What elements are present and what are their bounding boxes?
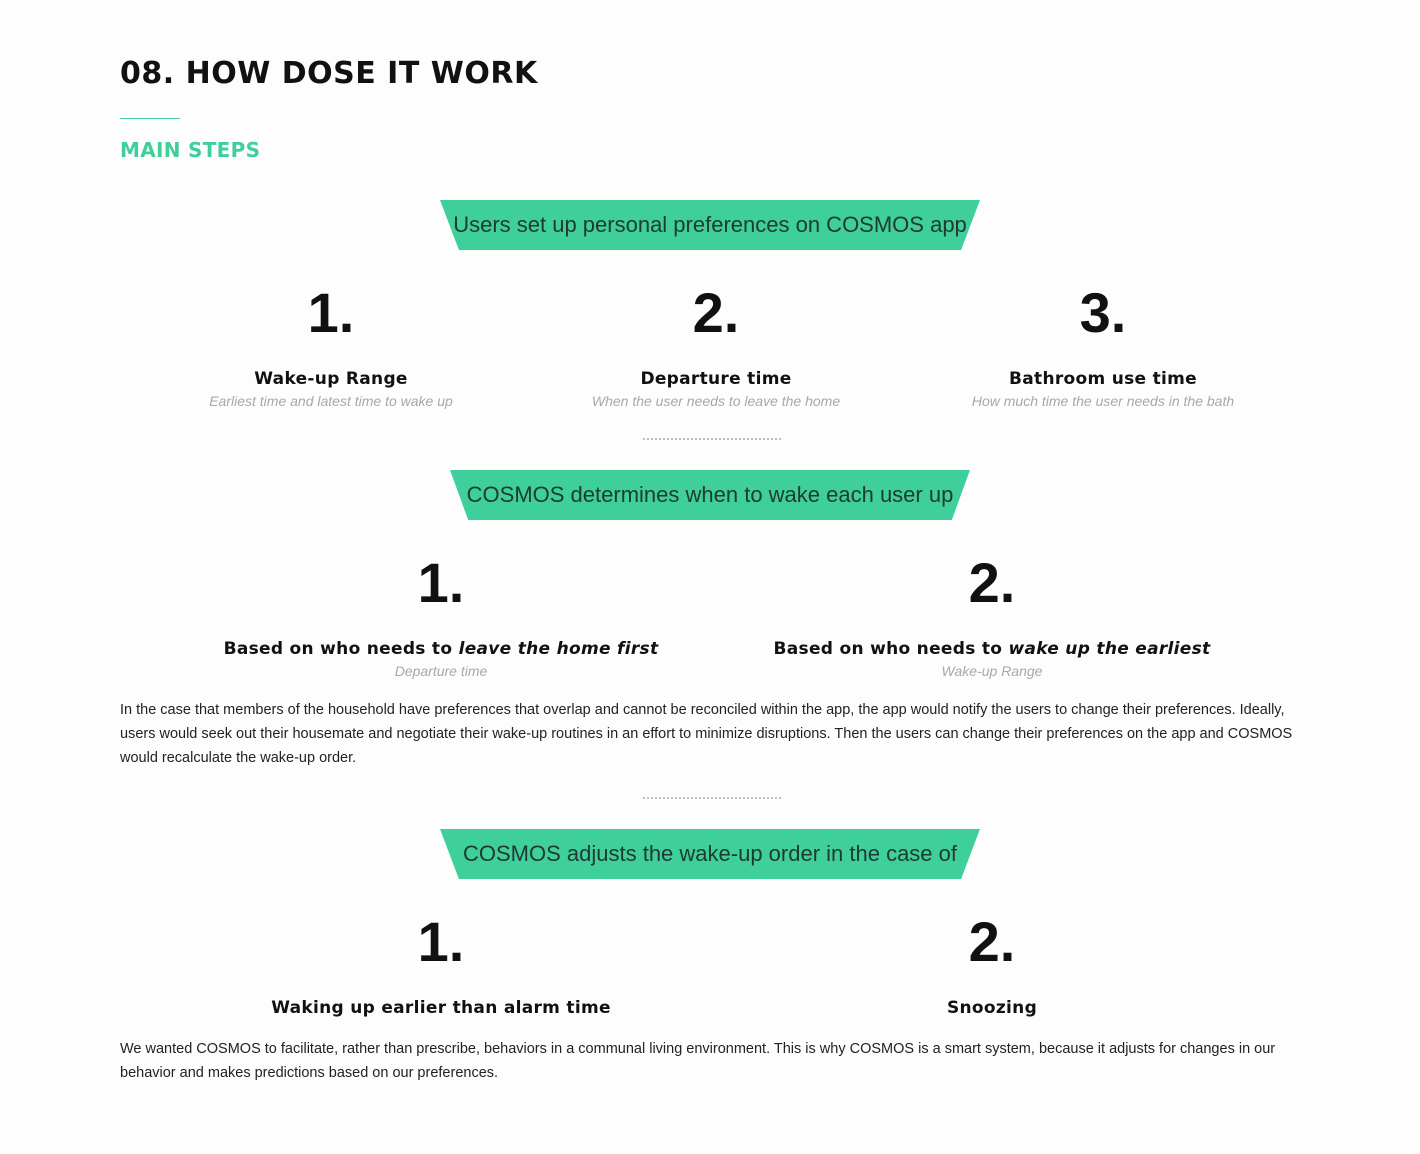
- section-1-banner: Users set up personal preferences on COS…: [440, 200, 980, 250]
- step-number: 1.: [307, 281, 355, 344]
- step-number: 2.: [692, 281, 740, 344]
- section-label: MAIN STEPS: [120, 138, 261, 162]
- step-title: Departure time: [640, 369, 792, 389]
- step-title: Snoozing: [946, 998, 1038, 1018]
- section-2-step-1: 1. Based on who needs to leave the home …: [224, 551, 659, 680]
- section-3-step-1: 1. Waking up earlier than alarm time: [271, 910, 611, 1019]
- step-title-emphasis: leave the home first: [458, 639, 659, 659]
- step-number: 3.: [1079, 281, 1127, 344]
- step-subtitle: Wake-up Range: [941, 663, 1043, 679]
- step-title-emphasis: wake up the earliest: [1008, 639, 1211, 659]
- section-3-step-2: 2. Snoozing: [946, 910, 1038, 1019]
- section-3-paragraph: We wanted COSMOS to facilitate, rather t…: [120, 1041, 1276, 1081]
- step-subtitle: When the user needs to leave the home: [591, 393, 841, 409]
- step-title: Based on who needs to wake up the earlie…: [774, 639, 1211, 659]
- section-1-step-1: 1. Wake-up Range Earliest time and lates…: [209, 281, 453, 410]
- step-title-prefix: Based on who needs to: [773, 639, 1009, 659]
- step-number: 2.: [968, 910, 1016, 973]
- step-number: 2.: [968, 551, 1016, 614]
- section-1-step-2: 2. Departure time When the user needs to…: [591, 281, 841, 410]
- step-title: Based on who needs to leave the home fir…: [224, 639, 659, 659]
- step-subtitle: How much time the user needs in the bath: [971, 393, 1235, 409]
- step-subtitle: Earliest time and latest time to wake up: [209, 393, 453, 409]
- section-1-step-3: 3. Bathroom use time How much time the u…: [971, 281, 1235, 410]
- page-title: 08. HOW DOSE IT WORK: [120, 56, 538, 91]
- step-title-prefix: Based on who needs to: [223, 639, 459, 659]
- section-2-paragraph: In the case that members of the househol…: [120, 702, 1293, 766]
- title-underline: [120, 118, 180, 119]
- step-title: Bathroom use time: [1008, 369, 1197, 389]
- step-subtitle: Departure time: [394, 663, 488, 679]
- step-number: 1.: [417, 551, 465, 614]
- section-2-banner: COSMOS determines when to wake each user…: [450, 470, 970, 520]
- dotted-divider: [643, 797, 781, 799]
- dotted-divider: [643, 438, 781, 440]
- step-title: Waking up earlier than alarm time: [271, 998, 611, 1018]
- section-2-step-2: 2. Based on who needs to wake up the ear…: [774, 551, 1211, 680]
- step-number: 1.: [417, 910, 465, 973]
- section-3-banner: COSMOS adjusts the wake-up order in the …: [440, 829, 980, 879]
- step-title: Wake-up Range: [254, 369, 408, 389]
